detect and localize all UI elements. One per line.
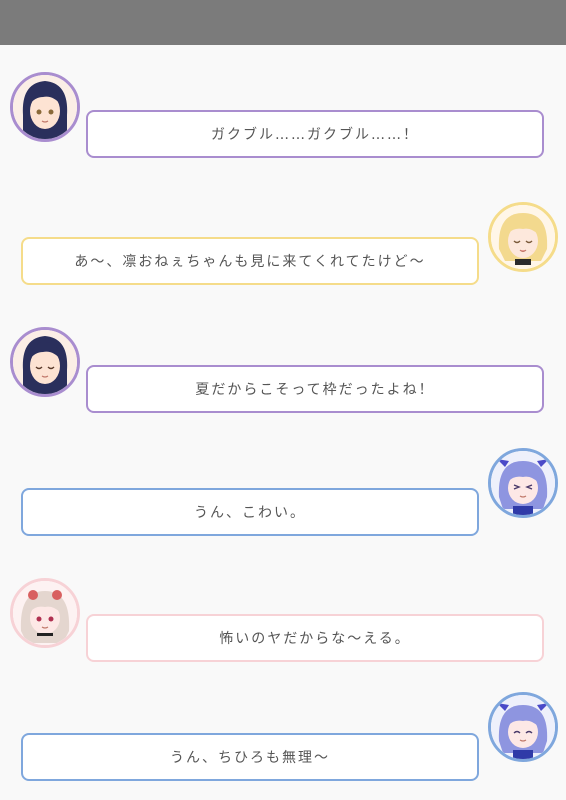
blue-haired-girl-avatar[interactable] bbox=[488, 448, 558, 518]
message-bubble: うん、こわい。 bbox=[21, 488, 479, 536]
blonde-girl-avatar[interactable] bbox=[488, 202, 558, 272]
message-text: 怖いのヤだからな～える。 bbox=[219, 631, 411, 647]
message-bubble: うん、ちひろも無理～ bbox=[21, 733, 479, 781]
message-text: ガクブル……ガクブル……！ bbox=[211, 127, 419, 143]
message-text: うん、こわい。 bbox=[194, 505, 306, 521]
message-bubble: 怖いのヤだからな～える。 bbox=[86, 614, 544, 662]
message-bubble: ガクブル……ガクブル……！ bbox=[86, 110, 544, 158]
dark-haired-girl-avatar[interactable] bbox=[10, 327, 80, 397]
top-bar bbox=[0, 0, 566, 45]
message-text: うん、ちひろも無理～ bbox=[170, 750, 330, 766]
message-text: 夏だからこそって枠だったよね！ bbox=[195, 382, 435, 398]
silver-haired-girl-avatar[interactable] bbox=[10, 578, 80, 648]
blue-haired-girl-avatar[interactable] bbox=[488, 692, 558, 762]
dark-haired-girl-avatar[interactable] bbox=[10, 72, 80, 142]
message-bubble: 夏だからこそって枠だったよね！ bbox=[86, 365, 544, 413]
message-text: あ～、凛おねぇちゃんも見に来てくれてたけど～ bbox=[74, 254, 426, 270]
message-bubble: あ～、凛おねぇちゃんも見に来てくれてたけど～ bbox=[21, 237, 479, 285]
